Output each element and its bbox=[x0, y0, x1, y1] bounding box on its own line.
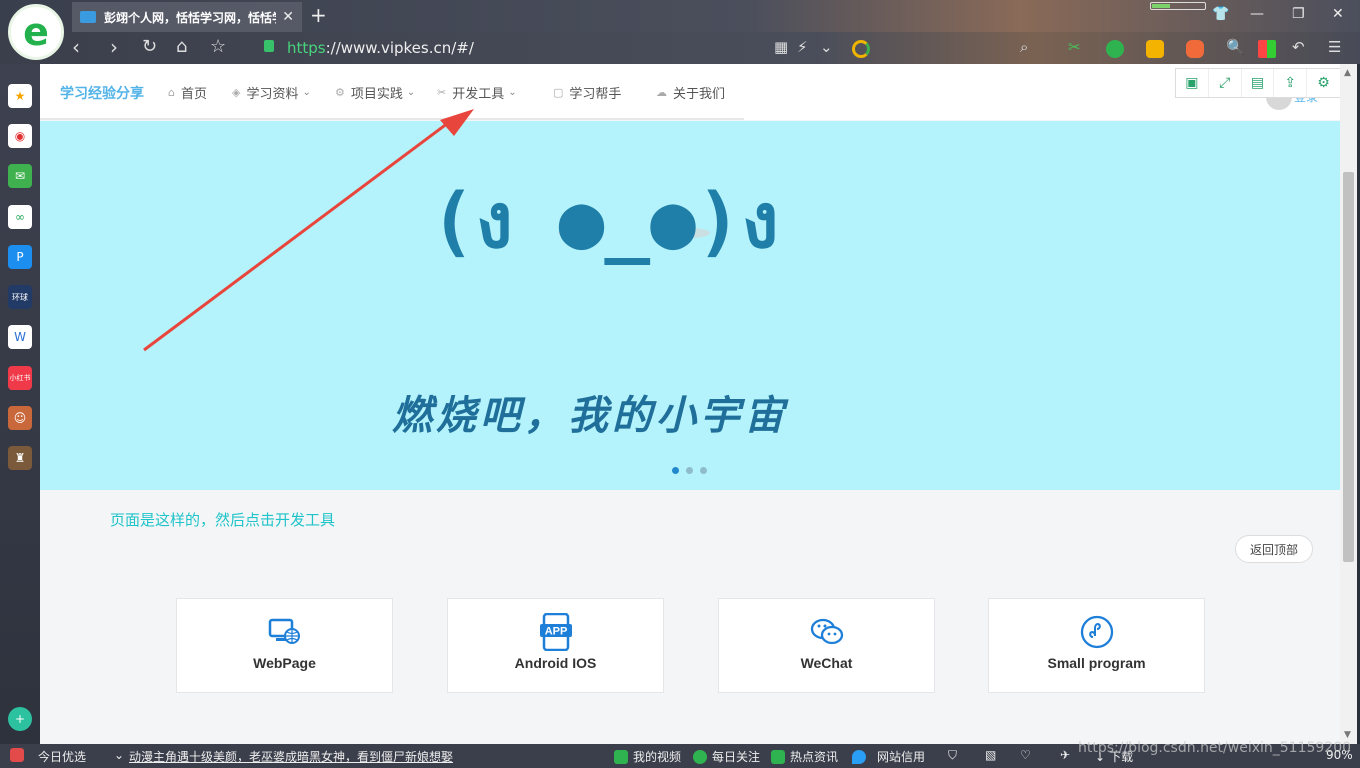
image-icon[interactable]: ▧ bbox=[985, 748, 996, 762]
pin-icon[interactable]: ✈ bbox=[1060, 748, 1070, 762]
cloud-icon[interactable]: ∞ bbox=[8, 205, 32, 229]
mail-icon[interactable]: ✉ bbox=[8, 164, 32, 188]
shield-extension-icon[interactable] bbox=[1146, 40, 1164, 58]
battery-indicator bbox=[1150, 2, 1206, 10]
tab-title: 彭翊个人网，恬恬学习网，恬恬学 bbox=[104, 10, 277, 25]
arrow-head bbox=[440, 109, 474, 136]
game-controller-icon[interactable] bbox=[1186, 40, 1204, 58]
reload-button[interactable]: ↻ bbox=[142, 36, 157, 58]
video-icon bbox=[614, 749, 628, 764]
droplet-icon bbox=[852, 749, 866, 764]
word-icon[interactable]: W bbox=[8, 325, 32, 349]
annotation-arrow bbox=[143, 109, 474, 352]
p-app-icon[interactable]: P bbox=[8, 245, 32, 269]
lightning-icon[interactable]: ⚡ bbox=[797, 38, 808, 56]
news-app-icon[interactable]: 环球 bbox=[8, 285, 32, 309]
browser-sidebar: ★ ◉ ✉ ∞ P 环球 W 小红书 ☺ ♜ + bbox=[0, 64, 40, 744]
grid-icon[interactable]: ▦ bbox=[774, 38, 788, 56]
restore-button[interactable]: ❐ bbox=[1292, 6, 1305, 22]
hot-news[interactable]: 热点资讯 bbox=[771, 748, 838, 765]
favorites-star-icon[interactable]: ★ bbox=[8, 84, 32, 108]
news-chevron-icon: ⌄ bbox=[114, 748, 125, 762]
tab-close-icon[interactable]: ✕ bbox=[282, 9, 294, 25]
gift-icon[interactable] bbox=[10, 748, 29, 762]
site-credit[interactable]: 网站信用 bbox=[852, 748, 925, 765]
forward-button[interactable]: › bbox=[110, 36, 118, 58]
scissors-icon[interactable]: ✂ bbox=[1068, 38, 1081, 56]
tab-favicon-icon bbox=[80, 11, 96, 23]
minimize-button[interactable]: — bbox=[1250, 6, 1264, 22]
game-one-icon[interactable]: ☺ bbox=[8, 406, 32, 430]
page-scrollbar[interactable]: ▲ ▼ bbox=[1340, 64, 1357, 744]
chevron-down-icon[interactable]: ⌄ bbox=[820, 38, 833, 56]
home-button[interactable]: ⌂ bbox=[176, 36, 187, 58]
browser-tab[interactable]: 彭翊个人网，恬恬学习网，恬恬学 ✕ bbox=[72, 2, 302, 32]
ring-extension-icon[interactable] bbox=[852, 40, 870, 58]
add-sidebar-icon[interactable]: + bbox=[8, 707, 32, 731]
browser-logo-icon: e bbox=[23, 10, 49, 54]
secure-lock-icon bbox=[264, 40, 274, 52]
scroll-down-arrow-icon[interactable]: ▼ bbox=[1344, 730, 1351, 740]
daily-follow-label: 每日关注 bbox=[712, 750, 761, 764]
daily-picks[interactable]: 今日优选 bbox=[38, 748, 86, 765]
title-bar: 彭翊个人网，恬恬学习网，恬恬学 ✕ + 👕 — ❐ ✕ bbox=[0, 0, 1360, 32]
apps-icon[interactable] bbox=[1258, 40, 1276, 58]
translate-icon[interactable] bbox=[1106, 40, 1124, 58]
browser-logo[interactable]: e bbox=[8, 4, 64, 60]
my-video[interactable]: 我的视频 bbox=[614, 748, 681, 765]
scroll-up-arrow-icon[interactable]: ▲ bbox=[1344, 68, 1351, 78]
shield-status-icon[interactable]: ⛉ bbox=[948, 748, 957, 763]
favorite-star-icon[interactable]: ☆ bbox=[210, 36, 226, 58]
hot-news-label: 热点资讯 bbox=[790, 750, 839, 764]
magnifier-extension-icon[interactable]: 🔍 bbox=[1226, 38, 1245, 56]
play-icon bbox=[693, 749, 707, 764]
skin-icon[interactable]: 👕 bbox=[1212, 6, 1229, 22]
address-bar: ‹ › ↻ ⌂ ☆ https://www.vipkes.cn/#/ ▦ ⚡ ⌄… bbox=[0, 32, 1360, 64]
search-icon[interactable]: ⌕ bbox=[1020, 38, 1028, 56]
game-two-icon[interactable]: ♜ bbox=[8, 446, 32, 470]
new-tab-button[interactable]: + bbox=[310, 4, 327, 26]
url-field[interactable]: https://www.vipkes.cn/#/ bbox=[287, 39, 474, 57]
my-video-label: 我的视频 bbox=[633, 750, 682, 764]
hot-news-icon bbox=[771, 749, 785, 764]
menu-icon[interactable]: ☰ bbox=[1328, 38, 1341, 56]
watermark-text: https://blog.csdn.net/weixin_51159200 bbox=[1078, 740, 1352, 756]
undo-icon[interactable]: ↶ bbox=[1292, 38, 1305, 56]
scrollbar-thumb[interactable] bbox=[1343, 172, 1354, 562]
news-ticker-link[interactable]: 动漫主角遇十级美颜，老巫婆成暗黑女神，看到僵尸新娘想娶 bbox=[129, 748, 453, 765]
xiaohongshu-icon[interactable]: 小红书 bbox=[8, 366, 32, 390]
close-window-button[interactable]: ✕ bbox=[1332, 6, 1344, 22]
page-viewport: 学习经验分享 ⌂ 首页 ◈ 学习资料 ⌄ ⚙ 项目实践 ⌄ ✂ 开发工具 ⌄ ▢ 学习帮手 ☁ 关… bbox=[40, 64, 1357, 744]
weibo-icon[interactable]: ◉ bbox=[8, 124, 32, 148]
daily-follow[interactable]: 每日关注 bbox=[693, 748, 760, 765]
heart-icon[interactable]: ♡ bbox=[1020, 748, 1031, 762]
site-credit-label: 网站信用 bbox=[877, 750, 926, 764]
back-button[interactable]: ‹ bbox=[72, 36, 80, 58]
